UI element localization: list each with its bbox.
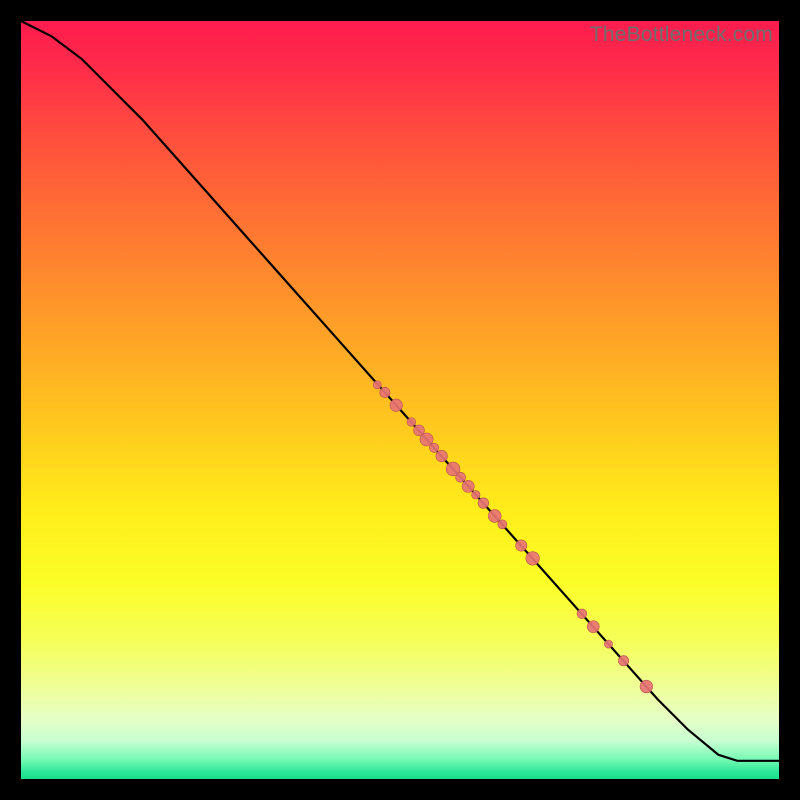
- watermark-text: TheBottleneck.com: [590, 23, 773, 47]
- scatter-point: [380, 387, 390, 397]
- scatter-point: [604, 640, 612, 648]
- scatter-point: [472, 491, 480, 499]
- scatter-point: [577, 609, 587, 619]
- main-curve: [21, 21, 779, 761]
- scatter-point: [498, 520, 507, 529]
- chart-svg: [21, 21, 779, 779]
- scatter-point: [618, 656, 628, 666]
- scatter-point: [640, 680, 653, 693]
- scatter-point: [516, 540, 527, 551]
- scatter-point: [488, 510, 501, 523]
- scatter-point: [462, 480, 474, 492]
- scatter-point: [456, 472, 466, 482]
- scatter-point: [587, 621, 599, 633]
- scatter-point: [526, 552, 540, 566]
- chart-frame: TheBottleneck.com: [0, 0, 800, 800]
- scatter-point: [429, 443, 438, 452]
- plot-area: TheBottleneck.com: [21, 21, 779, 779]
- scatter-point: [390, 399, 402, 411]
- scatter-point: [478, 498, 489, 509]
- scatter-point: [373, 381, 381, 389]
- scatter-point: [436, 450, 448, 462]
- scatter-point: [407, 418, 416, 427]
